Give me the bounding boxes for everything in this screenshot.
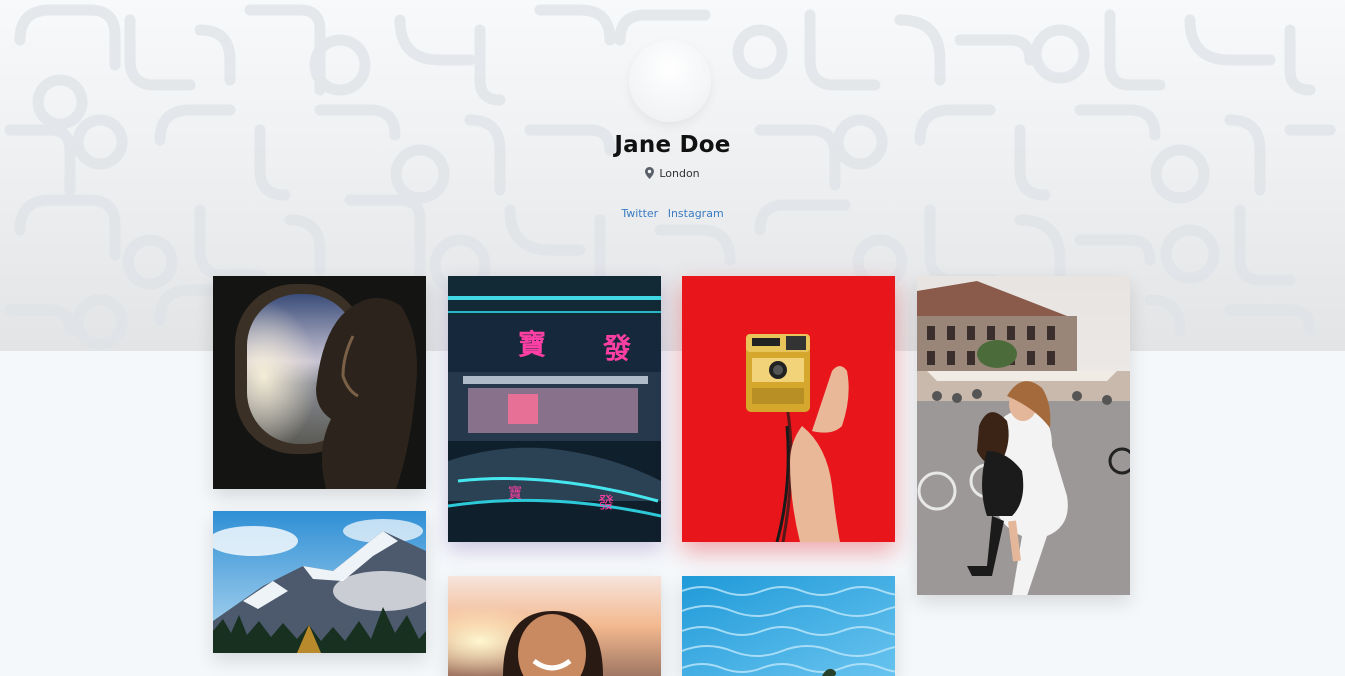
avatar[interactable]: [629, 40, 711, 122]
map-pin-icon: [645, 167, 655, 182]
svg-text:發: 發: [602, 332, 631, 365]
social-links: Twitter Instagram: [0, 207, 1345, 220]
photo-neon-street[interactable]: 寶 發 寶 發: [448, 276, 661, 542]
svg-text:發: 發: [598, 493, 614, 512]
svg-text:寶: 寶: [518, 328, 546, 361]
profile-page: Jane Doe London Twitter Instagram 寶 發 寶 …: [0, 0, 1345, 676]
photo-snowy-mountains[interactable]: [213, 511, 426, 653]
profile-location: London: [0, 167, 1345, 182]
photo-airplane-window[interactable]: [213, 276, 426, 489]
svg-text:寶: 寶: [508, 486, 522, 502]
location-label: London: [659, 167, 700, 180]
profile-name: Jane Doe: [614, 132, 731, 158]
photo-pool-water[interactable]: [682, 576, 895, 676]
instagram-link[interactable]: Instagram: [668, 207, 724, 220]
twitter-link[interactable]: Twitter: [621, 207, 658, 220]
photo-two-friends[interactable]: [917, 276, 1130, 595]
avatar-image: [629, 40, 711, 122]
photo-polaroid-camera[interactable]: [682, 276, 895, 542]
photo-smiling-woman[interactable]: [448, 576, 661, 676]
